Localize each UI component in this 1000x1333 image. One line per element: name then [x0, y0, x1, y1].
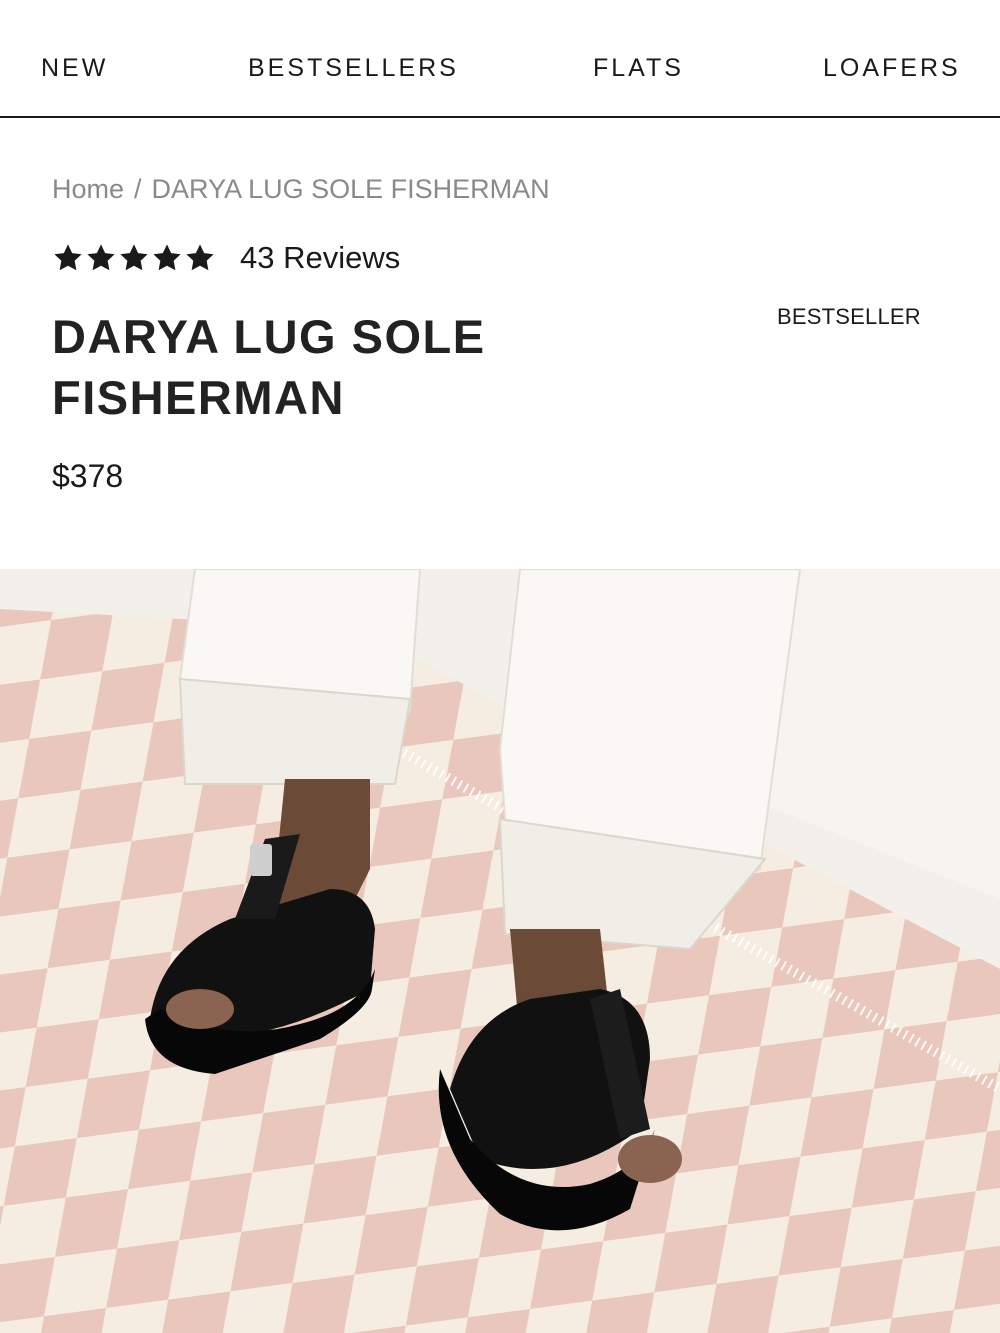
breadcrumb: Home / DARYA LUG SOLE FISHERMAN: [52, 174, 550, 205]
star-icon: [120, 244, 148, 271]
left-toes: [166, 989, 234, 1029]
product-image[interactable]: [0, 569, 1000, 1333]
nav-item-loafers[interactable]: LOAFERS: [823, 54, 961, 83]
nav-item-new[interactable]: NEW: [41, 54, 108, 83]
breadcrumb-current: DARYA LUG SOLE FISHERMAN: [151, 174, 550, 204]
sandal-photo: [0, 569, 1000, 1333]
breadcrumb-separator: /: [134, 174, 142, 204]
product-price: $378: [52, 458, 124, 494]
bestseller-badge: BESTSELLER: [777, 304, 921, 329]
product-rating: 43 Reviews: [52, 238, 400, 278]
nav-item-bestsellers[interactable]: BESTSELLERS: [248, 54, 459, 83]
right-toes: [618, 1135, 682, 1183]
star-icon: [186, 244, 214, 271]
star-rating: [52, 242, 216, 274]
star-icon: [87, 244, 115, 271]
nav-item-flats[interactable]: FLATS: [593, 54, 684, 83]
left-buckle: [250, 844, 272, 876]
product-title: DARYA LUG SOLE FISHERMAN: [52, 310, 486, 424]
star-icon: [153, 244, 181, 271]
breadcrumb-home-link[interactable]: Home: [52, 174, 124, 204]
star-icon: [54, 244, 82, 271]
top-navigation: NEW BESTSELLERS FLATS LOAFERS: [0, 0, 1000, 118]
reviews-link[interactable]: 43 Reviews: [240, 240, 400, 276]
